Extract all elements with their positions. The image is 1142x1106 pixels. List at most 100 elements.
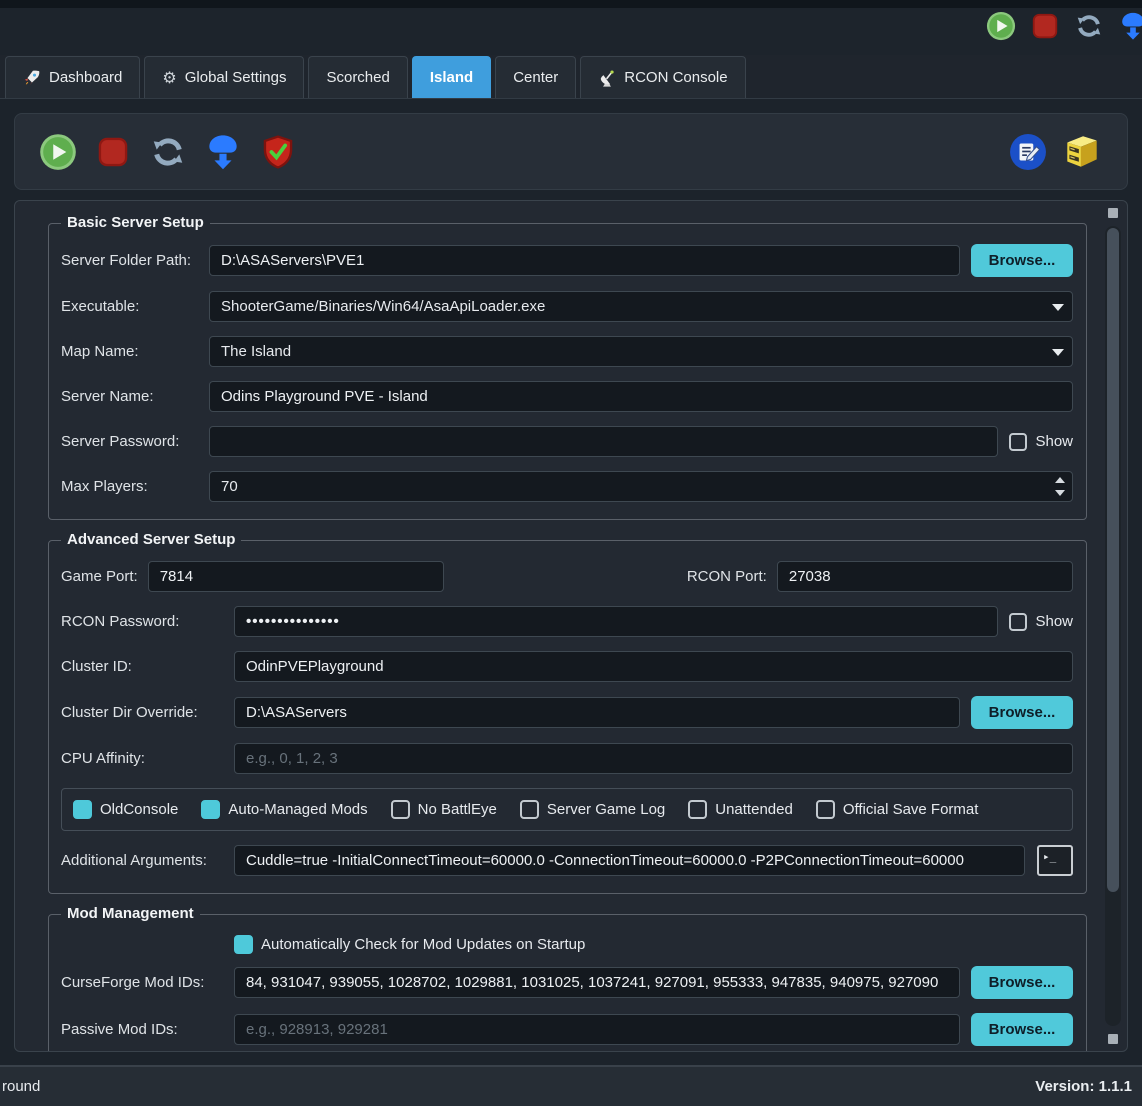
flag-label: Unattended bbox=[715, 801, 793, 818]
file-cabinet-icon[interactable] bbox=[1061, 131, 1103, 173]
flag-label: OldConsole bbox=[100, 801, 178, 818]
additional-arguments-input[interactable] bbox=[234, 845, 1025, 876]
executable-row: Executable: ShooterGame/Binaries/Win64/A… bbox=[61, 291, 1073, 322]
cluster-dir-label: Cluster Dir Override: bbox=[61, 704, 234, 721]
rcon-password-row: RCON Password: Show bbox=[61, 606, 1073, 637]
executable-label: Executable: bbox=[61, 298, 209, 315]
start-server-icon[interactable] bbox=[986, 11, 1016, 41]
checkbox-box bbox=[201, 800, 220, 819]
spin-down-button[interactable] bbox=[1049, 487, 1071, 501]
cpu-affinity-input[interactable] bbox=[234, 743, 1073, 774]
rcon-port-input[interactable] bbox=[777, 561, 1073, 592]
rcon-port-label: RCON Port: bbox=[687, 568, 767, 585]
server-name-label: Server Name: bbox=[61, 388, 209, 405]
official-save-format-checkbox[interactable]: Official Save Format bbox=[816, 800, 979, 819]
passive-mod-ids-row: Passive Mod IDs: Browse... bbox=[61, 1013, 1073, 1046]
browse-passive-mods-button[interactable]: Browse... bbox=[971, 1013, 1073, 1046]
checkbox-box bbox=[391, 800, 410, 819]
curseforge-mod-ids-row: CurseForge Mod IDs: Browse... bbox=[61, 966, 1073, 999]
vertical-scrollbar[interactable] bbox=[1105, 206, 1121, 1046]
server-folder-path-label: Server Folder Path: bbox=[61, 252, 209, 269]
group-title: Advanced Server Setup bbox=[61, 531, 241, 548]
show-label: Show bbox=[1035, 433, 1073, 450]
status-left-text: round bbox=[2, 1078, 40, 1095]
unattended-checkbox[interactable]: Unattended bbox=[688, 800, 793, 819]
stop-server-icon[interactable] bbox=[94, 133, 132, 171]
rcon-password-label: RCON Password: bbox=[61, 613, 234, 630]
flag-label: Auto-Managed Mods bbox=[228, 801, 367, 818]
show-server-password-checkbox[interactable]: Show bbox=[1009, 433, 1073, 451]
no-battleye-checkbox[interactable]: No BattlEye bbox=[391, 800, 497, 819]
passive-mod-ids-input[interactable] bbox=[234, 1014, 960, 1045]
gear-icon: ⚙ bbox=[162, 70, 176, 86]
tab-center[interactable]: Center bbox=[495, 56, 576, 98]
scrollbar-top-marker[interactable] bbox=[1108, 208, 1118, 218]
spin-up-button[interactable] bbox=[1049, 473, 1071, 487]
checkbox-box bbox=[816, 800, 835, 819]
game-port-label: Game Port: bbox=[61, 568, 138, 585]
show-rcon-password-checkbox[interactable]: Show bbox=[1009, 613, 1073, 631]
edit-notes-icon[interactable] bbox=[1009, 133, 1047, 171]
server-game-log-checkbox[interactable]: Server Game Log bbox=[520, 800, 665, 819]
map-name-select[interactable]: The Island bbox=[209, 336, 1073, 367]
auto-check-mods-row: Automatically Check for Mod Updates on S… bbox=[234, 935, 1073, 954]
tab-dashboard[interactable]: Dashboard bbox=[5, 56, 140, 98]
game-port-input[interactable] bbox=[148, 561, 444, 592]
executable-select[interactable]: ShooterGame/Binaries/Win64/AsaApiLoader.… bbox=[209, 291, 1073, 322]
cluster-dir-input[interactable] bbox=[234, 697, 960, 728]
browse-server-folder-button[interactable]: Browse... bbox=[971, 244, 1073, 277]
tab-label: Dashboard bbox=[49, 69, 122, 86]
cluster-id-input[interactable] bbox=[234, 651, 1073, 682]
update-restart-icon[interactable] bbox=[149, 133, 187, 171]
browse-cluster-dir-button[interactable]: Browse... bbox=[971, 696, 1073, 729]
curseforge-mod-ids-input[interactable] bbox=[234, 967, 960, 998]
browse-curseforge-mods-button[interactable]: Browse... bbox=[971, 966, 1073, 999]
curseforge-mod-ids-label: CurseForge Mod IDs: bbox=[61, 974, 234, 991]
checkbox-box bbox=[1009, 433, 1027, 451]
mod-management-group: Mod Management Automatically Check for M… bbox=[48, 914, 1087, 1052]
triangle-down-icon bbox=[1055, 490, 1065, 496]
scrollbar-track[interactable] bbox=[1105, 226, 1121, 1026]
oldconsole-checkbox[interactable]: OldConsole bbox=[73, 800, 178, 819]
server-password-input[interactable] bbox=[209, 426, 998, 457]
checkbox-box bbox=[73, 800, 92, 819]
validate-shield-icon[interactable] bbox=[259, 133, 297, 171]
update-restart-icon[interactable] bbox=[1074, 11, 1104, 41]
rcon-password-input[interactable] bbox=[234, 606, 998, 637]
update-icon[interactable] bbox=[204, 133, 242, 171]
chevron-down-icon bbox=[1052, 304, 1064, 311]
cpu-affinity-row: CPU Affinity: bbox=[61, 743, 1073, 774]
flag-label: Server Game Log bbox=[547, 801, 665, 818]
executable-value: ShooterGame/Binaries/Win64/AsaApiLoader.… bbox=[221, 298, 545, 315]
triangle-up-icon bbox=[1055, 477, 1065, 483]
server-config-panel: Basic Server Setup Server Folder Path: B… bbox=[14, 200, 1128, 1052]
max-players-stepper[interactable]: 70 bbox=[209, 471, 1073, 502]
checkbox-box bbox=[234, 935, 253, 954]
basic-server-setup-group: Basic Server Setup Server Folder Path: B… bbox=[48, 223, 1087, 520]
scrollbar-thumb[interactable] bbox=[1107, 228, 1119, 892]
tab-scorched[interactable]: Scorched bbox=[308, 56, 407, 98]
ports-row: Game Port: RCON Port: bbox=[61, 561, 1073, 592]
tab-global-settings[interactable]: ⚙ Global Settings bbox=[144, 56, 304, 98]
auto-check-mod-updates-checkbox[interactable]: Automatically Check for Mod Updates on S… bbox=[234, 935, 585, 954]
satellite-dish-icon bbox=[598, 69, 616, 87]
terminal-icon[interactable]: ▸_ bbox=[1037, 845, 1073, 876]
auto-managed-mods-checkbox[interactable]: Auto-Managed Mods bbox=[201, 800, 367, 819]
server-password-row: Server Password: Show bbox=[61, 426, 1073, 457]
passive-mod-ids-label: Passive Mod IDs: bbox=[61, 1021, 234, 1038]
server-name-input[interactable] bbox=[209, 381, 1073, 412]
tab-rcon-console[interactable]: RCON Console bbox=[580, 56, 745, 98]
stop-server-icon[interactable] bbox=[1030, 11, 1060, 41]
server-folder-path-input[interactable] bbox=[209, 245, 960, 276]
max-players-label: Max Players: bbox=[61, 478, 209, 495]
scrollbar-bottom-marker[interactable] bbox=[1108, 1034, 1118, 1044]
max-players-value: 70 bbox=[221, 478, 238, 495]
checkbox-box bbox=[520, 800, 539, 819]
tab-island[interactable]: Island bbox=[412, 56, 491, 98]
update-icon[interactable] bbox=[1118, 11, 1142, 41]
cluster-dir-row: Cluster Dir Override: Browse... bbox=[61, 696, 1073, 729]
map-name-value: The Island bbox=[221, 343, 291, 360]
server-flags-strip: OldConsole Auto-Managed Mods No BattlEye… bbox=[61, 788, 1073, 831]
status-bar: round Version: 1.1.1 bbox=[0, 1065, 1142, 1106]
start-server-icon[interactable] bbox=[39, 133, 77, 171]
